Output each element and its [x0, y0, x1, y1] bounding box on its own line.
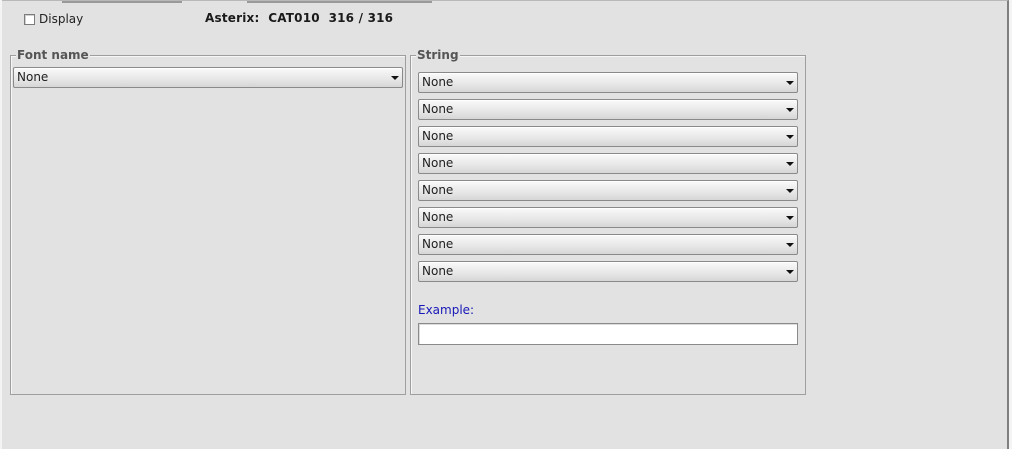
- string-combo-value: None: [422, 75, 454, 89]
- chevron-down-icon: [786, 243, 794, 247]
- string-combo-2[interactable]: None: [418, 99, 798, 120]
- display-toggle[interactable]: Display: [24, 11, 83, 27]
- tab-edge: [247, 1, 432, 3]
- string-legend: String: [416, 47, 460, 63]
- string-combo-value: None: [422, 210, 454, 224]
- display-checkbox[interactable]: [24, 13, 35, 25]
- font-name-combo-value: None: [17, 70, 49, 84]
- string-combo-value: None: [422, 237, 454, 251]
- string-combo-value: None: [422, 156, 454, 170]
- chevron-down-icon: [786, 270, 794, 274]
- string-combo-3[interactable]: None: [418, 126, 798, 147]
- chevron-down-icon: [786, 189, 794, 193]
- string-combo-1[interactable]: None: [418, 72, 798, 93]
- string-combo-8[interactable]: None: [418, 261, 798, 282]
- chevron-down-icon: [786, 162, 794, 166]
- font-name-group: Font name: [10, 47, 406, 395]
- tab-edge: [62, 1, 182, 3]
- chevron-down-icon: [391, 76, 399, 80]
- chevron-down-icon: [786, 135, 794, 139]
- font-name-combo[interactable]: None: [13, 67, 403, 88]
- asterix-info: Asterix: CAT010 316 / 316: [205, 11, 394, 25]
- example-field[interactable]: [418, 323, 798, 345]
- string-combo-value: None: [422, 183, 454, 197]
- string-combo-value: None: [422, 264, 454, 278]
- string-combo-6[interactable]: None: [418, 207, 798, 228]
- string-combo-value: None: [422, 129, 454, 143]
- chevron-down-icon: [786, 216, 794, 220]
- display-label: Display: [39, 12, 84, 26]
- string-combo-7[interactable]: None: [418, 234, 798, 255]
- example-label: Example:: [418, 303, 475, 317]
- string-combo-5[interactable]: None: [418, 180, 798, 201]
- chevron-down-icon: [786, 108, 794, 112]
- string-combo-4[interactable]: None: [418, 153, 798, 174]
- string-combo-value: None: [422, 102, 454, 116]
- tab-strip: [2, 1, 1009, 3]
- chevron-down-icon: [786, 81, 794, 85]
- font-name-legend: Font name: [16, 47, 90, 63]
